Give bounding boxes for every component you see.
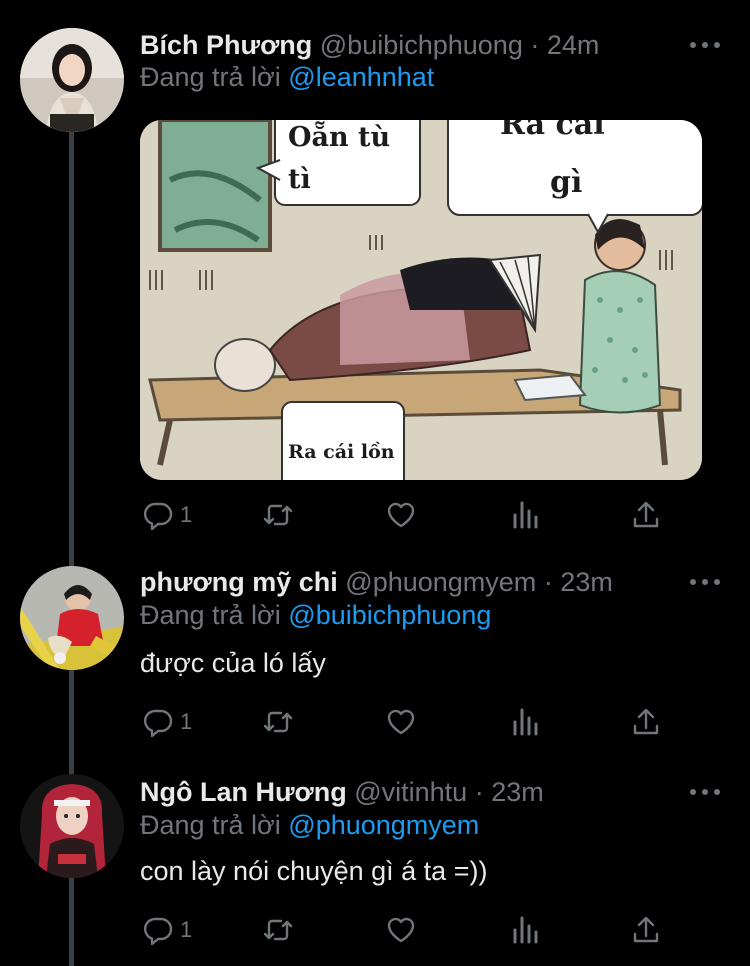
retweet-button[interactable] [262, 498, 294, 532]
bubble-text: Oẵn tù [288, 120, 390, 153]
bubble-text: gì [550, 165, 582, 200]
action-bar: 1 [140, 705, 680, 739]
comic-image: Oẵn tù tì Ra cái gì Ra cái lồn [140, 120, 702, 480]
timestamp[interactable]: · 24m [530, 30, 599, 60]
views-button[interactable] [509, 498, 541, 532]
handle[interactable]: @buibichphuong [320, 30, 523, 60]
tweet-header: phương mỹ chi @phuongmyem · 23m [140, 564, 690, 600]
timestamp[interactable]: · 23m [544, 567, 613, 597]
share-icon [633, 501, 659, 528]
views-icon [513, 916, 538, 944]
views-button[interactable] [509, 913, 541, 947]
display-name[interactable]: phương mỹ chi [140, 567, 338, 597]
like-button[interactable] [385, 705, 417, 739]
replying-to: Đang trả lời @buibichphuong [140, 600, 491, 631]
retweet-icon [263, 919, 293, 941]
reply-mention[interactable]: @buibichphuong [288, 600, 491, 630]
tweet-header: Ngô Lan Hương @vitinhtu · 23m [140, 774, 690, 810]
share-button[interactable] [630, 498, 662, 532]
display-name[interactable]: Ngô Lan Hương [140, 777, 347, 807]
reply-prefix: Đang trả lời [140, 810, 281, 840]
bubble-text: tì [288, 164, 311, 195]
tweet-text: được của ló lấy [140, 648, 326, 678]
replying-to: Đang trả lời @leanhnhat [140, 62, 434, 93]
avatar[interactable] [20, 774, 124, 878]
like-icon [387, 502, 415, 528]
more-icon[interactable] [690, 774, 720, 810]
share-button[interactable] [630, 705, 662, 739]
retweet-icon [263, 504, 293, 526]
share-icon [633, 916, 659, 943]
bubble-text: Ra cái [500, 120, 605, 142]
reply-count: 1 [180, 502, 193, 527]
reply-mention[interactable]: @leanhnhat [288, 62, 434, 92]
more-icon[interactable] [690, 564, 720, 600]
action-bar: 1 [140, 913, 680, 947]
views-button[interactable] [509, 705, 541, 739]
reply-icon [143, 917, 173, 946]
reply-button[interactable]: 1 [142, 913, 192, 947]
tweet-image[interactable]: Oẵn tù tì Ra cái gì Ra cái lồn [140, 120, 702, 480]
retweet-icon [263, 711, 293, 733]
avatar[interactable] [20, 28, 124, 132]
reply-icon [143, 502, 173, 531]
share-button[interactable] [630, 913, 662, 947]
handle[interactable]: @vitinhtu [354, 777, 467, 807]
reply-mention[interactable]: @phuongmyem [288, 810, 479, 840]
reply-prefix: Đang trả lời [140, 62, 281, 92]
like-icon [387, 917, 415, 943]
reply-count: 1 [180, 709, 193, 734]
views-icon [513, 708, 538, 736]
tweet-text: con lày nói chuyện gì á ta =)) [140, 856, 488, 886]
avatar[interactable] [20, 566, 124, 670]
like-icon [387, 709, 415, 735]
more-icon[interactable] [690, 27, 720, 63]
timestamp[interactable]: · 23m [475, 777, 544, 807]
tweet[interactable]: Ngô Lan Hương @vitinhtu · 23m Đang trả l… [0, 770, 750, 966]
retweet-button[interactable] [262, 705, 294, 739]
reply-prefix: Đang trả lời [140, 600, 281, 630]
action-bar: 1 [140, 498, 680, 532]
retweet-button[interactable] [262, 913, 294, 947]
like-button[interactable] [385, 498, 417, 532]
views-icon [513, 501, 538, 529]
share-icon [633, 708, 659, 735]
replying-to: Đang trả lời @phuongmyem [140, 810, 479, 841]
reply-count: 1 [180, 917, 193, 942]
display-name[interactable]: Bích Phương [140, 30, 312, 60]
bubble-text: Ra cái lồn [288, 441, 395, 463]
reply-button[interactable]: 1 [142, 705, 192, 739]
like-button[interactable] [385, 913, 417, 947]
reply-icon [143, 709, 173, 738]
reply-button[interactable]: 1 [142, 498, 192, 532]
tweet[interactable]: Bích Phương @buibichphuong · 24m Đang tr… [0, 0, 750, 560]
tweet-header: Bích Phương @buibichphuong · 24m [140, 27, 690, 63]
tweet[interactable]: phương mỹ chi @phuongmyem · 23m Đang trả… [0, 560, 750, 770]
handle[interactable]: @phuongmyem [345, 567, 536, 597]
